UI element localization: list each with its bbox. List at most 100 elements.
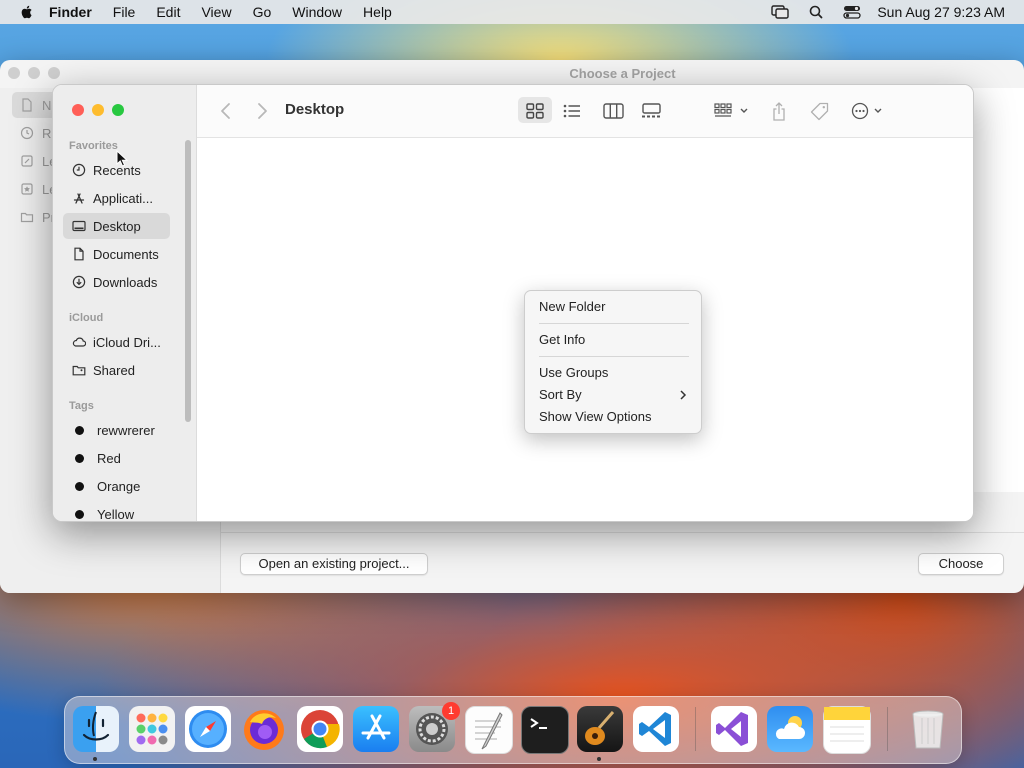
app-store-icon[interactable]	[353, 706, 399, 752]
icon-view-icon[interactable]	[524, 101, 546, 121]
menu-item-get-info[interactable]: Get Info	[539, 330, 691, 350]
sidebar-item-label: Orange	[97, 478, 141, 494]
menu-item-show-view-options[interactable]: Show View Options	[539, 407, 691, 427]
minimize-button-inactive[interactable]	[28, 67, 40, 79]
menu-item-sort-by[interactable]: Sort By	[539, 385, 691, 405]
menu-edit[interactable]: Edit	[156, 4, 180, 20]
current-location-title: Desktop	[285, 101, 345, 118]
clock-icon	[72, 163, 86, 177]
finder-toolbar: Desktop	[197, 85, 973, 138]
column-view-icon[interactable]	[601, 101, 625, 121]
favorites-header: Favorites	[69, 140, 118, 152]
back-icon[interactable]	[217, 101, 235, 121]
sidebar-item-label: Shared	[93, 362, 135, 378]
sidebar-item-label: Red	[97, 450, 121, 466]
clock-icon	[20, 126, 34, 140]
control-center-icon[interactable]	[843, 5, 861, 19]
sidebar-item-label: Yellow	[97, 506, 135, 522]
menu-separator	[539, 323, 689, 324]
tag-icon[interactable]	[808, 101, 830, 121]
sidebar-item-applications[interactable]: Applicati...	[63, 185, 170, 211]
more-actions-icon[interactable]	[850, 101, 888, 121]
menu-item-label: Sort By	[539, 387, 582, 402]
safari-icon[interactable]	[185, 706, 231, 752]
firefox-icon[interactable]	[241, 706, 287, 752]
finder-icon[interactable]	[73, 706, 119, 752]
menu-go[interactable]: Go	[253, 4, 272, 20]
download-icon	[72, 275, 86, 289]
desktop-icon	[72, 220, 86, 232]
close-button[interactable]	[72, 104, 84, 116]
chevron-right-icon	[680, 390, 687, 400]
template-label: N	[42, 97, 52, 113]
choose-button[interactable]: Choose	[918, 553, 1004, 575]
vscode-icon[interactable]	[633, 706, 679, 752]
apple-menu-icon[interactable]	[19, 4, 35, 20]
dock-separator	[695, 707, 696, 751]
sidebar-tag-yellow[interactable]: Yellow	[63, 501, 170, 522]
open-existing-project-button[interactable]: Open an existing project...	[240, 553, 428, 575]
mouse-cursor-icon	[116, 150, 128, 167]
sidebar-item-downloads[interactable]: Downloads	[63, 269, 170, 295]
tags-header: Tags	[69, 400, 94, 412]
sidebar-item-label: iCloud Dri...	[93, 334, 161, 350]
menu-help[interactable]: Help	[363, 4, 392, 20]
dock-separator	[887, 707, 888, 751]
weather-icon[interactable]	[767, 706, 813, 752]
finder-open-panel: Favorites Recents Applicati... Desktop D…	[52, 84, 974, 522]
dock: 1	[64, 696, 962, 764]
sidebar-item-label: rewwrerer	[97, 422, 155, 438]
list-view-icon[interactable]	[561, 101, 583, 121]
sidebar-item-label: Documents	[93, 246, 159, 262]
sidebar-tag-rewwrerer[interactable]: rewwrerer	[63, 417, 170, 443]
trash-icon[interactable]	[905, 706, 951, 752]
close-button-inactive[interactable]	[8, 67, 20, 79]
share-icon[interactable]	[770, 101, 788, 121]
chrome-icon[interactable]	[297, 706, 343, 752]
tag-dot-icon	[75, 509, 84, 519]
notification-badge: 1	[442, 702, 460, 720]
menu-item-new-folder[interactable]: New Folder	[539, 297, 691, 317]
zoom-button-inactive[interactable]	[48, 67, 60, 79]
minimize-button[interactable]	[92, 104, 104, 116]
document-icon	[74, 247, 84, 261]
menu-item-use-groups[interactable]: Use Groups	[539, 363, 691, 383]
terminal-icon[interactable]	[521, 706, 569, 754]
tag-dot-icon	[75, 453, 84, 463]
sidebar-item-icloud-drive[interactable]: iCloud Dri...	[63, 329, 170, 355]
sidebar-scrollbar[interactable]	[185, 140, 191, 422]
textedit-icon[interactable]	[465, 706, 513, 754]
menu-file[interactable]: File	[113, 4, 136, 20]
group-icon[interactable]	[713, 101, 753, 121]
sidebar-tag-orange[interactable]: Orange	[63, 473, 170, 499]
folder-icon	[20, 212, 34, 223]
zoom-button[interactable]	[112, 104, 124, 116]
notes-icon[interactable]	[823, 706, 871, 754]
sidebar-tag-red[interactable]: Red	[63, 445, 170, 471]
menu-app-name[interactable]: Finder	[49, 4, 92, 20]
gallery-view-icon[interactable]	[639, 101, 663, 121]
window-footer: Open an existing project... Choose	[221, 532, 1024, 594]
screen-mirroring-icon[interactable]	[771, 5, 790, 19]
running-indicator	[93, 757, 97, 761]
instruments-icon[interactable]	[577, 706, 623, 752]
forward-icon[interactable]	[253, 101, 271, 121]
icloud-header: iCloud	[69, 312, 104, 324]
menu-view[interactable]: View	[201, 4, 231, 20]
sidebar-item-shared[interactable]: Shared	[63, 357, 170, 383]
shared-folder-icon	[72, 365, 86, 376]
sidebar-item-desktop[interactable]: Desktop	[63, 213, 170, 239]
menu-clock[interactable]: Sun Aug 27 9:23 AM	[877, 4, 1005, 20]
spotlight-search-icon[interactable]	[807, 5, 825, 19]
pencil-icon	[21, 155, 33, 167]
sidebar-item-documents[interactable]: Documents	[63, 241, 170, 267]
visual-studio-icon[interactable]	[711, 706, 757, 752]
star-icon	[21, 183, 33, 195]
menu-separator	[539, 356, 689, 357]
template-label: R	[42, 125, 52, 141]
sidebar-item-label: Desktop	[93, 218, 141, 234]
cloud-icon	[72, 337, 86, 347]
applications-icon	[73, 193, 85, 204]
menu-window[interactable]: Window	[292, 4, 342, 20]
launchpad-icon[interactable]	[129, 706, 175, 752]
